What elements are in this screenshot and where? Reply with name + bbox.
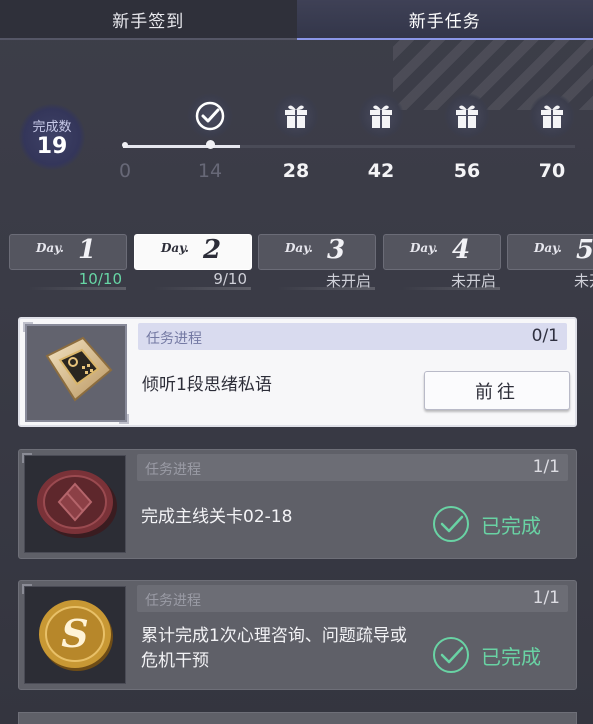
day-underline bbox=[28, 287, 126, 290]
milestone-gift-icon-56[interactable] bbox=[444, 93, 490, 139]
task-card-partial bbox=[18, 712, 577, 724]
task-progress-count: 0/1 bbox=[531, 326, 559, 346]
milestone-node-14 bbox=[206, 140, 215, 149]
day-status: 10/10 bbox=[78, 270, 122, 288]
milestone-claimed-check-icon bbox=[187, 93, 233, 139]
check-circle-icon bbox=[433, 506, 469, 542]
day-tab-2[interactable]: Day. 2 9/10 bbox=[134, 234, 252, 290]
top-tabs: 新手签到 新手任务 bbox=[0, 0, 593, 40]
day-tab-1[interactable]: Day. 1 10/10 bbox=[9, 234, 127, 290]
svg-text:S: S bbox=[61, 611, 88, 656]
red-coin-icon bbox=[37, 470, 117, 538]
task-progress-count: 1/1 bbox=[532, 588, 560, 608]
tab-newbie-signin[interactable]: 新手签到 bbox=[0, 0, 297, 40]
completion-count-label: 完成数 bbox=[32, 119, 72, 135]
task-title: 完成主线关卡02-18 bbox=[141, 507, 293, 527]
corner-bracket bbox=[22, 453, 32, 463]
day-label: Day. bbox=[534, 241, 562, 255]
day-number: 1 bbox=[78, 235, 97, 265]
day-underline bbox=[277, 287, 375, 290]
milestone-value: 42 bbox=[367, 160, 395, 182]
task-card: S 任务进程 1/1 累计完成1次心理咨询、问题疏导或危机干预 已完成 bbox=[18, 580, 577, 690]
corner-bracket bbox=[23, 322, 33, 332]
task-completed-status: 已完成 bbox=[431, 504, 551, 544]
day-label: Day. bbox=[410, 241, 438, 255]
task-completed-label: 已完成 bbox=[481, 513, 541, 538]
day-number: 3 bbox=[327, 235, 346, 265]
chip-icon bbox=[45, 336, 113, 402]
task-thumbnail bbox=[24, 455, 126, 553]
task-progress-label: 任务进程 bbox=[145, 593, 201, 609]
day-underline bbox=[153, 287, 251, 290]
task-card: 任务进程 0/1 倾听1段思绪私语 前往 bbox=[18, 317, 577, 427]
milestone-value: 70 bbox=[538, 160, 566, 182]
day-label: Day. bbox=[161, 241, 189, 255]
day-number: 5 bbox=[576, 235, 593, 265]
task-progress-label: 任务进程 bbox=[146, 331, 202, 347]
task-title: 倾听1段思绪私语 bbox=[142, 375, 272, 395]
task-progress-count: 1/1 bbox=[532, 457, 560, 477]
day-number: 4 bbox=[452, 235, 471, 265]
task-progress-bar: 任务进程 0/1 bbox=[138, 323, 567, 350]
day-status: 9/10 bbox=[213, 270, 247, 288]
task-progress-bar: 任务进程 1/1 bbox=[137, 454, 568, 481]
task-completed-status: 已完成 bbox=[431, 635, 551, 675]
completion-count-badge: 完成数 19 bbox=[19, 104, 85, 170]
task-thumbnail: S bbox=[24, 586, 126, 684]
progress-track-fill bbox=[123, 145, 240, 148]
day-number: 2 bbox=[203, 235, 222, 265]
task-title: 累计完成1次心理咨询、问题疏导或危机干预 bbox=[141, 626, 407, 671]
task-thumbnail bbox=[25, 324, 127, 422]
milestone-node-0 bbox=[122, 142, 128, 148]
gold-coin-icon: S bbox=[39, 600, 113, 671]
corner-bracket bbox=[119, 414, 129, 424]
day-tab-5[interactable]: Day. 5 未开启 bbox=[507, 234, 593, 290]
milestone-value: 56 bbox=[453, 160, 481, 182]
day-status: 未开启 bbox=[574, 272, 593, 290]
milestone-value: 28 bbox=[282, 160, 310, 182]
milestone-gift-icon-28[interactable] bbox=[273, 93, 319, 139]
completion-count-value: 19 bbox=[36, 133, 68, 159]
check-circle-icon bbox=[433, 637, 469, 673]
day-label: Day. bbox=[36, 241, 64, 255]
milestone-gift-icon-42[interactable] bbox=[358, 93, 404, 139]
corner-bracket bbox=[22, 584, 32, 594]
day-tab-3[interactable]: Day. 3 未开启 bbox=[258, 234, 376, 290]
go-button[interactable]: 前往 bbox=[424, 371, 570, 410]
day-tabs: Day. 1 10/10 Day. 2 9/10 Day. 3 未开启 Day.… bbox=[0, 234, 593, 290]
tab-newbie-tasks[interactable]: 新手任务 bbox=[296, 0, 593, 40]
day-tab-4[interactable]: Day. 4 未开启 bbox=[383, 234, 501, 290]
task-progress-bar: 任务进程 1/1 bbox=[137, 585, 568, 612]
day-label: Day. bbox=[285, 241, 313, 255]
milestone-value: 0 bbox=[118, 160, 132, 182]
milestone-gift-icon-70[interactable] bbox=[529, 93, 575, 139]
milestone-value: 14 bbox=[197, 160, 223, 182]
task-card: 任务进程 1/1 完成主线关卡02-18 已完成 bbox=[18, 449, 577, 559]
task-completed-label: 已完成 bbox=[481, 644, 541, 669]
day-underline bbox=[402, 287, 500, 290]
task-progress-label: 任务进程 bbox=[145, 462, 201, 478]
